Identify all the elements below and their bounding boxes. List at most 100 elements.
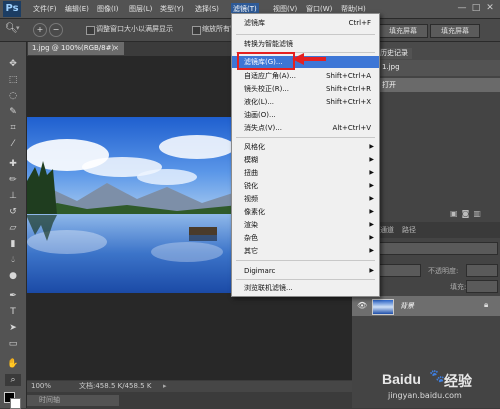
quick-select-tool-icon[interactable]: ✎ (5, 106, 21, 118)
menu-separator (236, 260, 375, 261)
menu-edit[interactable]: 编辑(E) (63, 3, 91, 15)
menu-item-convert-smart[interactable]: 转换为智能滤镜 (232, 38, 379, 50)
lasso-tool-icon[interactable]: ◌ (5, 90, 21, 102)
landscape-image (27, 117, 239, 293)
crop-tool-icon[interactable]: ⌗ (5, 122, 21, 134)
fill-input[interactable] (466, 280, 498, 293)
trash-icon[interactable]: ▥ (473, 209, 485, 218)
menu-item-render[interactable]: 渲染 ▶ (232, 219, 379, 231)
close-window-button[interactable]: ✕ (484, 2, 496, 14)
eyedropper-tool-icon[interactable]: ⁄ (5, 138, 21, 150)
lock-icon: 🔒︎ (484, 300, 489, 309)
menu-image[interactable]: 图像(I) (95, 3, 121, 15)
tab-history[interactable]: 历史记录 (376, 48, 412, 59)
history-snapshot-label: 1.jpg (382, 63, 400, 71)
zoom-out-icon[interactable]: − (49, 23, 63, 37)
menu-item-stylize[interactable]: 风格化 ▶ (232, 141, 379, 153)
maximize-button[interactable]: □ (470, 2, 482, 14)
history-brush-icon[interactable]: ↺ (5, 206, 21, 218)
menu-separator (236, 279, 375, 280)
gradient-tool-icon[interactable]: ▮ (5, 238, 21, 250)
layer-thumbnail (372, 299, 394, 315)
opacity-label: 不透明度: (428, 267, 459, 275)
submenu-arrow-icon: ▶ (369, 221, 374, 228)
layer-name: 背景 (400, 302, 414, 310)
submenu-arrow-icon: ▶ (369, 143, 374, 150)
watermark-url: jingyan.baidu.com (388, 391, 462, 400)
eye-icon[interactable]: 👁︎ (357, 301, 367, 310)
menu-item-filter-gallery-last[interactable]: 滤镜库 Ctrl+F (232, 17, 379, 29)
menu-item-liquify[interactable]: 液化(L)... Shift+Ctrl+X (232, 96, 379, 108)
menu-file[interactable]: 文件(F) (31, 3, 59, 15)
menu-layer[interactable]: 图层(L) (127, 3, 154, 15)
close-tab-icon[interactable]: × (113, 42, 119, 55)
print-size-button[interactable]: 填充屏幕 (378, 24, 428, 38)
submenu-arrow-icon: ▶ (369, 208, 374, 215)
submenu-arrow-icon: ▶ (369, 234, 374, 241)
status-arrow-icon[interactable]: ▸ (163, 381, 167, 392)
menu-item-oil-paint[interactable]: 油画(O)... (232, 109, 379, 121)
document-tab[interactable]: 1.jpg @ 100%(RGB/8#) × (28, 42, 124, 55)
marquee-tool-icon[interactable]: ⬚ (5, 74, 21, 86)
document-tab-title: 1.jpg @ 100%(RGB/8#) (32, 44, 115, 52)
submenu-arrow-icon: ▶ (369, 195, 374, 202)
chevron-down-icon[interactable]: ▾ (16, 24, 20, 32)
move-tool-icon[interactable]: ✥ (5, 58, 21, 70)
eraser-tool-icon[interactable]: ▱ (5, 222, 21, 234)
dodge-tool-icon[interactable]: ● (5, 270, 21, 282)
new-document-icon[interactable]: ▣ (450, 209, 462, 218)
zoom-in-icon[interactable]: + (33, 23, 47, 37)
submenu-arrow-icon: ▶ (369, 247, 374, 254)
menu-item-adaptive-wide-angle[interactable]: 自适应广角(A)... Shift+Ctrl+A (232, 70, 379, 82)
path-select-icon[interactable]: ➤ (5, 322, 21, 334)
baidu-watermark: Baidu 🐾︎ 经验 jingyan.baidu.com (382, 369, 500, 403)
document-size: 文档:458.5 K/458.5 K (79, 382, 152, 390)
resize-windows-label: 调整窗口大小以满屏显示 (96, 25, 173, 33)
menu-item-digimarc[interactable]: Digimarc ▶ (232, 265, 379, 277)
blur-tool-icon[interactable]: 💧︎ (5, 254, 21, 266)
annotation-highlight-box (237, 52, 295, 70)
photoshop-logo: Ps (3, 1, 21, 17)
fill-label: 填充: (450, 283, 467, 291)
pen-tool-icon[interactable]: ✒ (5, 290, 21, 302)
opacity-input[interactable] (466, 264, 498, 277)
hand-tool-icon[interactable]: ✋ (5, 358, 21, 370)
camera-icon[interactable]: ◙ (462, 209, 474, 218)
fill-screen-button[interactable]: 填充屏幕 (430, 24, 480, 38)
submenu-arrow-icon: ▶ (369, 267, 374, 274)
menu-item-blur[interactable]: 模糊 ▶ (232, 154, 379, 166)
brush-tool-icon[interactable]: ✏ (5, 174, 21, 186)
background-color-swatch[interactable] (10, 398, 21, 409)
menu-item-other[interactable]: 其它 ▶ (232, 245, 379, 257)
zoom-level[interactable]: 100% (31, 381, 51, 392)
annotation-arrow-icon (292, 53, 326, 65)
menu-separator (236, 34, 375, 35)
menu-separator (236, 137, 375, 138)
history-actions: ▣◙▥ (450, 209, 500, 221)
healing-brush-icon[interactable]: ✚ (5, 158, 21, 170)
zoom-tool-icon[interactable]: ⌕ (5, 374, 21, 386)
zoom-all-checkbox[interactable] (192, 26, 201, 35)
menu-item-lens-correction[interactable]: 镜头校正(R)... Shift+Ctrl+R (232, 83, 379, 95)
menu-select[interactable]: 选择(S) (193, 3, 221, 15)
shape-tool-icon[interactable]: ▭ (5, 338, 21, 350)
resize-windows-checkbox[interactable] (86, 26, 95, 35)
menu-item-sharpen[interactable]: 锐化 ▶ (232, 180, 379, 192)
menu-type[interactable]: 类型(Y) (158, 3, 186, 15)
menu-item-vanishing-point[interactable]: 消失点(V)... Alt+Ctrl+V (232, 122, 379, 134)
menu-item-pixelate[interactable]: 像素化 ▶ (232, 206, 379, 218)
layer-row-background[interactable]: 👁︎ 背景 🔒︎ (352, 296, 500, 316)
menu-item-video[interactable]: 视频 ▶ (232, 193, 379, 205)
submenu-arrow-icon: ▶ (369, 156, 374, 163)
type-tool-icon[interactable]: T (5, 306, 21, 318)
menu-item-browse-online[interactable]: 浏览联机滤镜... (232, 282, 379, 294)
tab-paths[interactable]: 路径 (398, 224, 420, 236)
canvas-photo[interactable] (27, 117, 239, 293)
timeline-tab[interactable]: 时间轴 (27, 395, 119, 406)
history-open-label: 打开 (382, 81, 396, 89)
menu-item-noise[interactable]: 杂色 ▶ (232, 232, 379, 244)
clone-stamp-icon[interactable]: ⊥ (5, 190, 21, 202)
minimize-button[interactable]: — (456, 2, 468, 14)
submenu-arrow-icon: ▶ (369, 182, 374, 189)
menu-item-distort[interactable]: 扭曲 ▶ (232, 167, 379, 179)
